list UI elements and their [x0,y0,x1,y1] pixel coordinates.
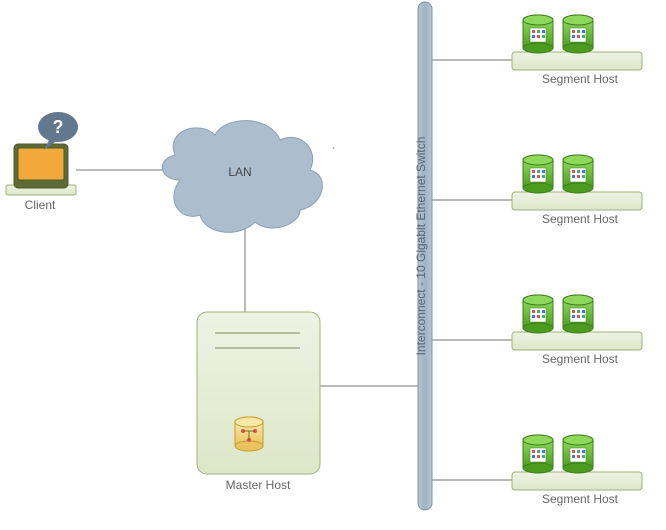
segment-host-3 [512,435,642,490]
segment-host-1 [512,155,642,210]
tick-mark: ` [332,146,335,158]
segment-label-0: Segment Host [520,72,640,86]
client-label: Client [10,198,70,212]
lan-label: LAN [210,165,270,179]
switch-label: Interconnect - 10 Gigabit Ethernet Switc… [414,0,428,496]
segment-label-3: Segment Host [520,492,640,506]
segment-host-2 [512,295,642,350]
client-node: ? [6,112,78,195]
segment-host-0 [512,15,642,70]
master-db-icon [235,417,263,451]
master-label: Master Host [198,478,318,492]
master-host-node [197,312,320,474]
segment-label-2: Segment Host [520,352,640,366]
svg-text:?: ? [53,117,64,137]
segment-label-1: Segment Host [520,212,640,226]
